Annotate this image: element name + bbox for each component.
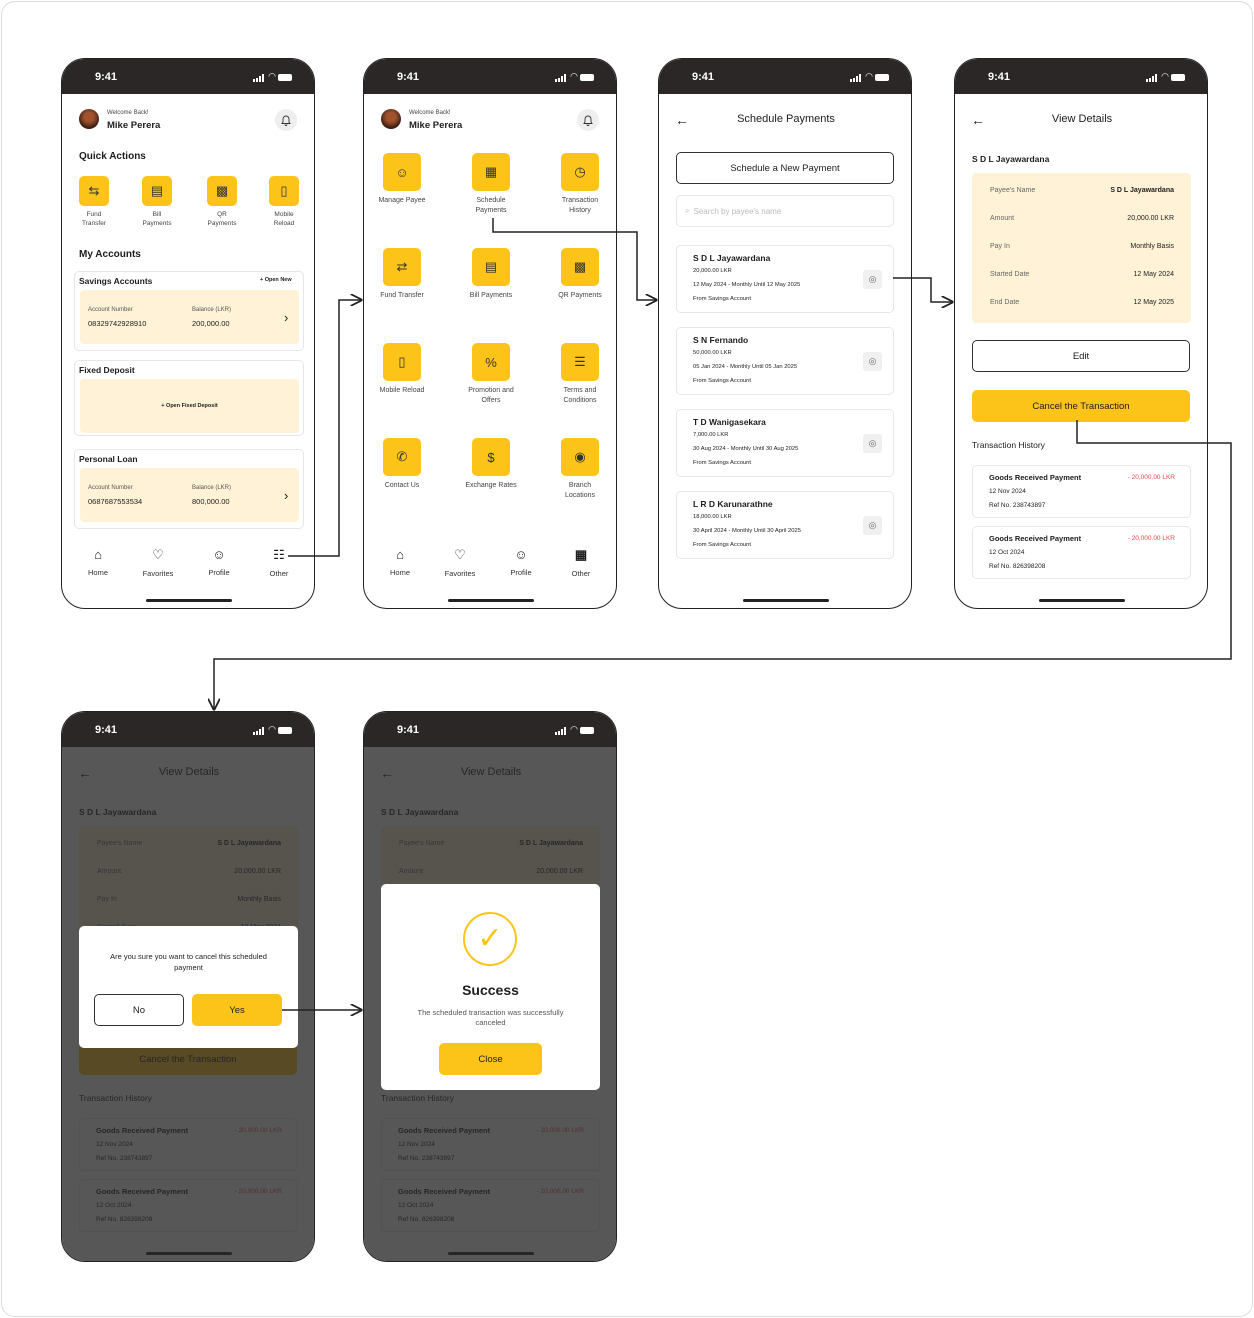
connector [893, 277, 952, 302]
connector [288, 300, 361, 557]
connector [214, 420, 1232, 709]
connector [492, 218, 656, 300]
flow-connectors [0, 218, 1232, 1318]
